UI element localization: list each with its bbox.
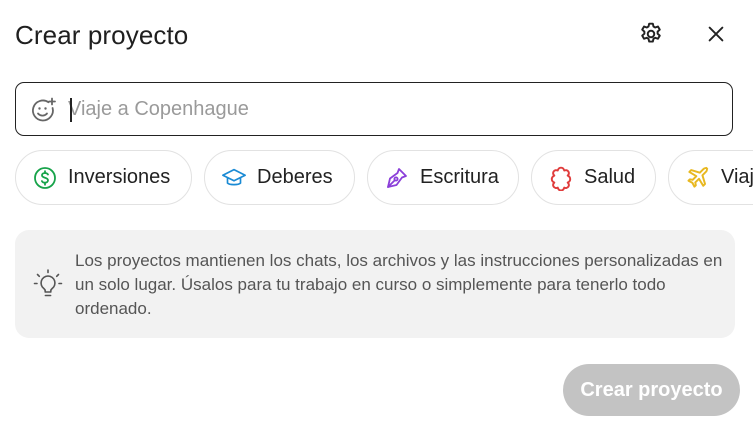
chip-salud[interactable]: Salud [531, 150, 656, 205]
lightbulb-icon [33, 268, 63, 300]
project-name-input[interactable] [68, 91, 708, 127]
pen-nib-icon [384, 165, 410, 191]
close-button[interactable] [698, 16, 734, 52]
chip-viaje[interactable]: Viaj [668, 150, 753, 205]
close-icon [708, 26, 724, 42]
health-badge-icon [548, 165, 574, 191]
dollar-circle-icon [32, 165, 58, 191]
chip-label: Viaj [721, 166, 753, 188]
chip-label: Deberes [257, 166, 333, 188]
create-project-button[interactable]: Crear proyecto [563, 364, 740, 416]
add-emoji-icon [32, 97, 56, 122]
info-panel: Los proyectos mantienen los chats, los a… [15, 230, 735, 338]
chip-label: Inversiones [68, 166, 171, 188]
category-chips: Inversiones Deberes Escritura Salud Viaj [15, 150, 753, 207]
graduation-cap-icon [221, 165, 247, 191]
chip-label: Escritura [420, 166, 499, 188]
info-text: Los proyectos mantienen los chats, los a… [75, 251, 723, 318]
chip-inversiones[interactable]: Inversiones [15, 150, 192, 205]
create-project-dialog: Crear proyecto Viaje a Copenhague Invers… [0, 0, 753, 424]
project-name-field[interactable] [15, 82, 733, 136]
chip-label: Salud [584, 166, 636, 188]
airplane-icon [685, 165, 711, 191]
chip-escritura[interactable]: Escritura [367, 150, 519, 205]
dialog-title: Crear proyecto [15, 20, 189, 50]
settings-button[interactable] [633, 16, 669, 52]
chip-deberes[interactable]: Deberes [204, 150, 355, 205]
text-caret [70, 98, 72, 122]
add-emoji-button[interactable] [28, 95, 58, 125]
gear-icon [641, 22, 661, 43]
